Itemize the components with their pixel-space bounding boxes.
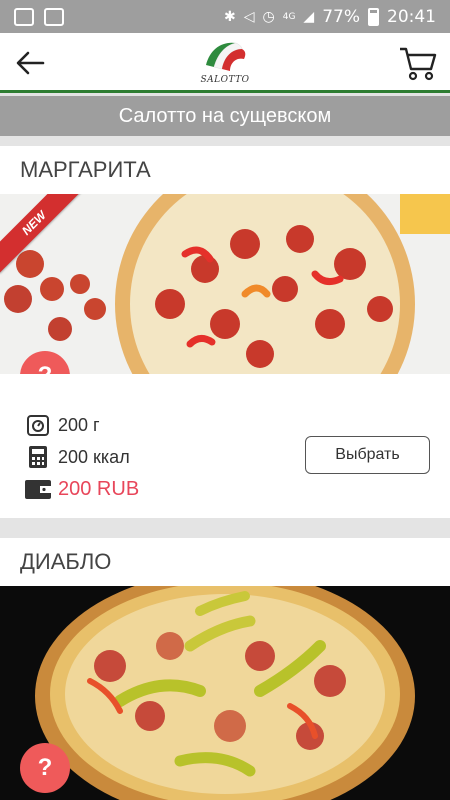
calories-row: 200 ккал xyxy=(24,444,130,470)
product-name: МАРГАРИТА xyxy=(20,157,151,182)
app-logo: SALOTTO xyxy=(197,37,253,89)
calculator-icon xyxy=(24,444,52,470)
clock: 20:41 xyxy=(387,6,436,27)
mute-icon: ◁ xyxy=(243,8,255,25)
product-info: 200 г 200 ккал 200 RUB Выбрать xyxy=(0,374,450,524)
location-title-bar: Салотто на сущевском xyxy=(0,96,450,136)
screenshot-icon xyxy=(14,7,34,26)
scale-icon xyxy=(24,412,52,438)
calories-value: 200 ккал xyxy=(58,446,130,467)
status-bar: ✱ ◁ ◷ 4G ◢ 77% 20:41 xyxy=(0,0,450,33)
cart-button[interactable] xyxy=(398,43,438,83)
back-button[interactable] xyxy=(12,45,48,81)
product-card: ДИАБЛО ? xyxy=(0,538,450,800)
help-button[interactable]: ? xyxy=(20,743,70,793)
logo-text: SALOTTO xyxy=(200,75,250,85)
product-name: ДИАБЛО xyxy=(20,549,112,574)
product-image[interactable]: NEW ? xyxy=(0,194,450,374)
bluetooth-icon: ✱ xyxy=(223,8,236,25)
alarm-icon: ◷ xyxy=(262,8,275,25)
arrow-left-icon xyxy=(16,51,45,75)
pizza-photo xyxy=(0,194,450,374)
home-icon xyxy=(44,7,64,26)
location-title: Салотто на сущевском xyxy=(118,104,332,127)
signal-icon: ◢ xyxy=(303,8,315,25)
battery-percent: 77% xyxy=(322,6,360,27)
network-icon: 4G xyxy=(282,11,296,22)
flag-swoosh-icon xyxy=(206,42,246,71)
wallet-icon xyxy=(24,476,52,502)
price-row: 200 RUB xyxy=(24,476,139,502)
weight-row: 200 г xyxy=(24,412,100,438)
product-image[interactable]: ? xyxy=(0,586,450,800)
app-bar: SALOTTO xyxy=(0,33,450,93)
cart-icon xyxy=(400,47,437,81)
price-value: 200 RUB xyxy=(58,477,140,500)
product-card: МАРГАРИТА NEW 200 г 200 ккал 200 RUB Выб… xyxy=(0,146,450,518)
weight-value: 200 г xyxy=(58,414,100,435)
select-button[interactable]: Выбрать xyxy=(305,436,430,474)
battery-icon xyxy=(368,7,379,26)
